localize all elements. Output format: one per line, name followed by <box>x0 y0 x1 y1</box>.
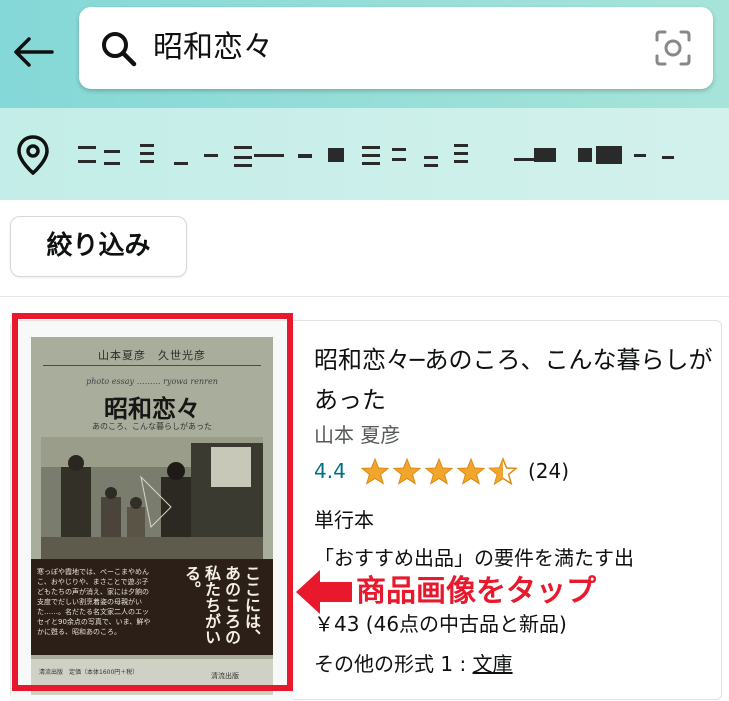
star-icon <box>457 458 485 485</box>
other-formats-label: その他の形式 1 : <box>314 652 473 676</box>
camera-scan-icon[interactable] <box>655 30 691 66</box>
product-format[interactable]: 単行本 <box>314 504 374 533</box>
review-count[interactable]: (24) <box>528 459 569 483</box>
other-formats: その他の形式 1 : 文庫 <box>314 648 513 677</box>
product-title[interactable]: 昭和恋々─あのころ、こんな暮らしがあった <box>314 340 714 420</box>
rating-value: 4.4 <box>314 459 346 483</box>
star-icon <box>425 458 453 485</box>
recommended-offer-notice: 「おすすめ出品」の要件を満たす出 <box>314 546 634 570</box>
search-icon <box>102 32 137 67</box>
delivery-location-bar[interactable] <box>0 108 729 200</box>
location-pin-icon <box>17 135 49 175</box>
divider <box>0 296 729 297</box>
back-arrow-icon <box>14 37 54 67</box>
other-format-link[interactable]: 文庫 <box>473 652 513 676</box>
search-header: 昭和恋々 <box>0 0 729 108</box>
filter-button[interactable]: 絞り込み <box>10 216 187 277</box>
product-author[interactable]: 山本 夏彦 <box>314 419 400 448</box>
search-box[interactable]: 昭和恋々 <box>79 7 713 89</box>
search-input[interactable]: 昭和恋々 <box>153 29 273 67</box>
half-star-icon <box>489 458 517 485</box>
image-highlight-box <box>12 313 293 691</box>
masked-address <box>78 144 674 167</box>
annotation-label: 商品画像をタップ <box>352 570 602 614</box>
star-rating[interactable] <box>360 457 522 487</box>
red-arrow-icon <box>296 570 356 614</box>
star-icon <box>393 458 421 485</box>
back-button[interactable] <box>12 30 56 74</box>
star-icon <box>361 458 389 485</box>
